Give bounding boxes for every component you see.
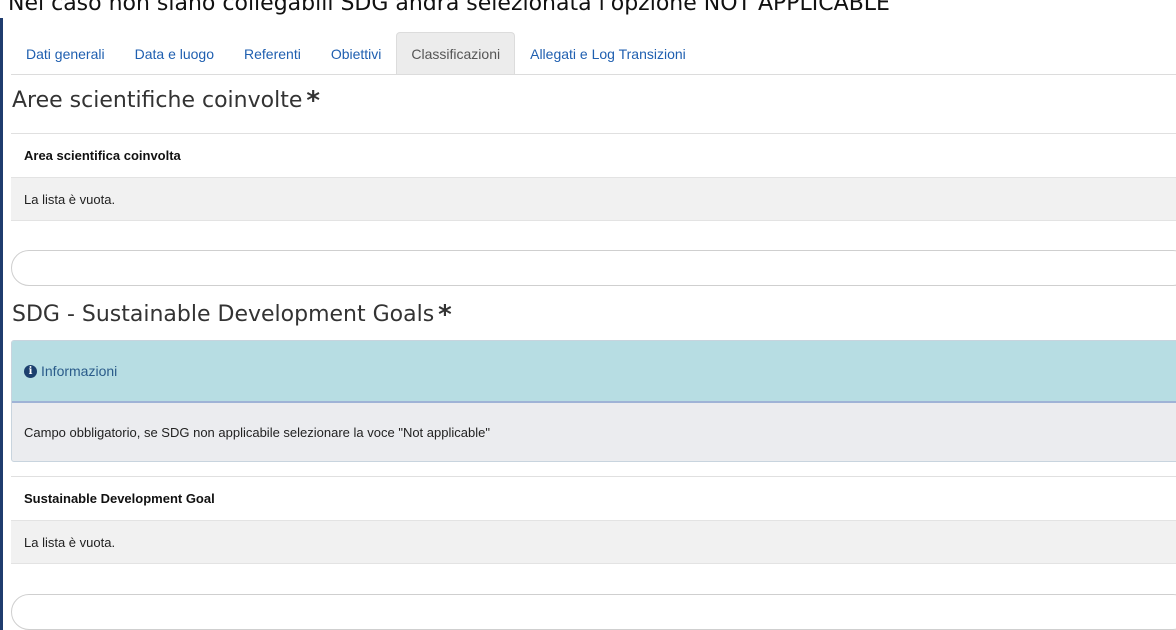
aree-select-input[interactable] xyxy=(11,250,1176,286)
tab-dati-generali[interactable]: Dati generali xyxy=(11,32,120,74)
aree-required-mark: * xyxy=(306,86,320,116)
sdg-info-header: i Informazioni xyxy=(12,341,1176,403)
tab-bar: Dati generali Data e luogo Referenti Obi… xyxy=(11,30,1176,75)
aree-empty-row: La lista è vuota. xyxy=(11,177,1176,221)
tab-allegati-log[interactable]: Allegati e Log Transizioni xyxy=(515,32,701,74)
sdg-empty-row: La lista è vuota. xyxy=(11,520,1176,564)
sdg-required-mark: * xyxy=(438,300,452,330)
tab-obiettivi[interactable]: Obiettivi xyxy=(316,32,397,74)
sdg-column-header: Sustainable Development Goal xyxy=(11,476,1176,520)
classification-panel: Dati generali Data e luogo Referenti Obi… xyxy=(0,18,1176,630)
info-circle-icon: i xyxy=(24,364,37,378)
aree-section-title: Aree scientifiche coinvolte * xyxy=(12,88,320,114)
sdg-section-title: SDG - Sustainable Development Goals * xyxy=(12,302,452,328)
top-caption: Nel caso non siano collegabili SDG andrà… xyxy=(8,0,890,16)
tab-data-e-luogo[interactable]: Data e luogo xyxy=(120,32,229,74)
aree-column-header: Area scientifica coinvolta xyxy=(11,133,1176,177)
tab-referenti[interactable]: Referenti xyxy=(229,32,316,74)
sdg-select-input[interactable] xyxy=(11,594,1176,630)
sdg-title-text: SDG - Sustainable Development Goals xyxy=(12,302,435,327)
sdg-info-body: Campo obbligatorio, se SDG non applicabi… xyxy=(24,424,490,440)
sdg-info-box: i Informazioni Campo obbligatorio, se SD… xyxy=(11,340,1176,462)
tab-classificazioni[interactable]: Classificazioni xyxy=(396,32,516,74)
aree-title-text: Aree scientifiche coinvolte xyxy=(12,88,303,113)
sdg-info-title: Informazioni xyxy=(41,363,118,379)
